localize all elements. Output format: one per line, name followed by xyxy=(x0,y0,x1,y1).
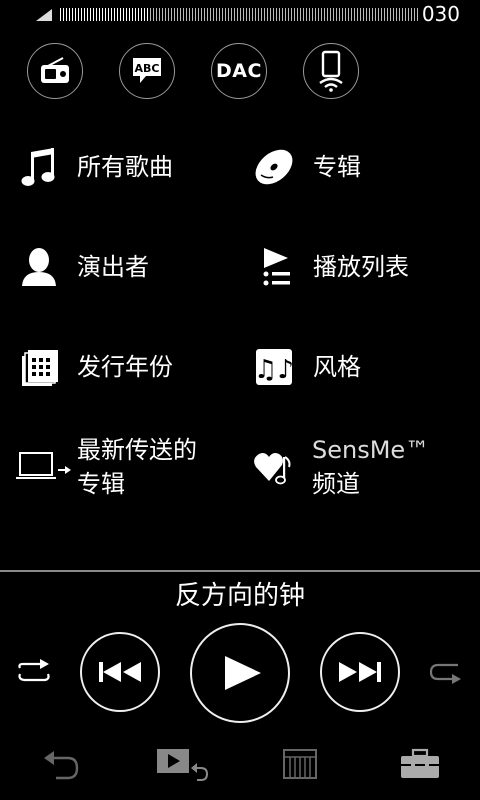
sensme-line1: SensMe™ xyxy=(312,436,430,464)
menu-all-songs[interactable]: 所有歌曲 xyxy=(16,132,173,202)
divider xyxy=(0,570,480,572)
release-year-label: 发行年份 xyxy=(77,353,173,381)
library-grid-icon xyxy=(283,749,317,779)
now-playing-button[interactable] xyxy=(152,742,212,786)
music-note-icon xyxy=(16,144,62,190)
menu-playlists[interactable]: 播放列表 xyxy=(251,232,409,302)
sensme-line2: 频道 xyxy=(312,470,360,498)
laptop-transfer-icon xyxy=(16,444,72,490)
all-songs-label: 所有歌曲 xyxy=(77,153,173,181)
play-icon xyxy=(225,656,261,690)
menu-sensme[interactable]: SensMe™ 频道 xyxy=(251,432,429,502)
radio-icon xyxy=(41,57,69,83)
recent-albums-label: 最新传送的 专辑 xyxy=(77,433,197,501)
tools-button[interactable] xyxy=(396,742,444,786)
person-icon xyxy=(16,244,62,290)
repeat-button[interactable] xyxy=(428,660,468,694)
previous-button[interactable] xyxy=(80,632,160,712)
albums-label: 专辑 xyxy=(313,153,361,181)
toolbox-icon xyxy=(401,748,439,778)
phone-wireless-button[interactable] xyxy=(303,43,359,99)
menu-recent-albums[interactable]: 最新传送的 专辑 xyxy=(16,432,197,502)
genre-label: 风格 xyxy=(313,353,361,381)
next-icon xyxy=(339,662,381,682)
video-return-icon xyxy=(157,749,209,781)
track-title: 反方向的钟 xyxy=(174,581,305,611)
status-bar: 030 xyxy=(0,0,480,28)
recent-albums-line2: 专辑 xyxy=(77,470,125,498)
playlist-icon xyxy=(251,244,297,290)
lyrics-button[interactable]: ABC xyxy=(119,43,175,99)
back-button[interactable] xyxy=(36,742,84,786)
menu-artists[interactable]: 演出者 xyxy=(16,232,149,302)
playlists-label: 播放列表 xyxy=(313,253,409,281)
menu-release-year[interactable]: 发行年份 xyxy=(16,332,173,402)
calendar-icon xyxy=(16,344,62,390)
artists-label: 演出者 xyxy=(77,253,149,281)
volume-level xyxy=(60,8,150,21)
genre-notes-icon: ♫♪ xyxy=(251,344,297,390)
menu-genre[interactable]: ♫♪ 风格 xyxy=(251,332,361,402)
volume-value: 030 xyxy=(421,2,460,26)
heart-note-icon xyxy=(251,444,297,490)
library-button[interactable] xyxy=(276,742,324,786)
svg-text:♫♪: ♫♪ xyxy=(254,355,294,385)
shuffle-button[interactable] xyxy=(14,656,54,692)
dac-button[interactable]: DAC xyxy=(211,43,267,99)
disc-icon xyxy=(251,144,297,190)
recent-albums-line1: 最新传送的 xyxy=(77,436,197,464)
dac-icon: DAC xyxy=(216,60,262,82)
menu-albums[interactable]: 专辑 xyxy=(251,132,361,202)
play-button[interactable] xyxy=(190,623,290,723)
shuffle-icon xyxy=(18,659,50,682)
abc-lyrics-icon: ABC xyxy=(133,58,161,83)
signal-icon xyxy=(36,9,52,21)
repeat-icon xyxy=(429,663,461,684)
next-button[interactable] xyxy=(320,632,400,712)
back-arrow-icon xyxy=(44,751,79,780)
svg-text:ABC: ABC xyxy=(135,62,160,75)
radio-button[interactable] xyxy=(27,43,83,99)
previous-icon xyxy=(99,662,141,682)
sensme-label: SensMe™ 频道 xyxy=(312,433,429,501)
phone-wireless-icon xyxy=(319,50,343,92)
